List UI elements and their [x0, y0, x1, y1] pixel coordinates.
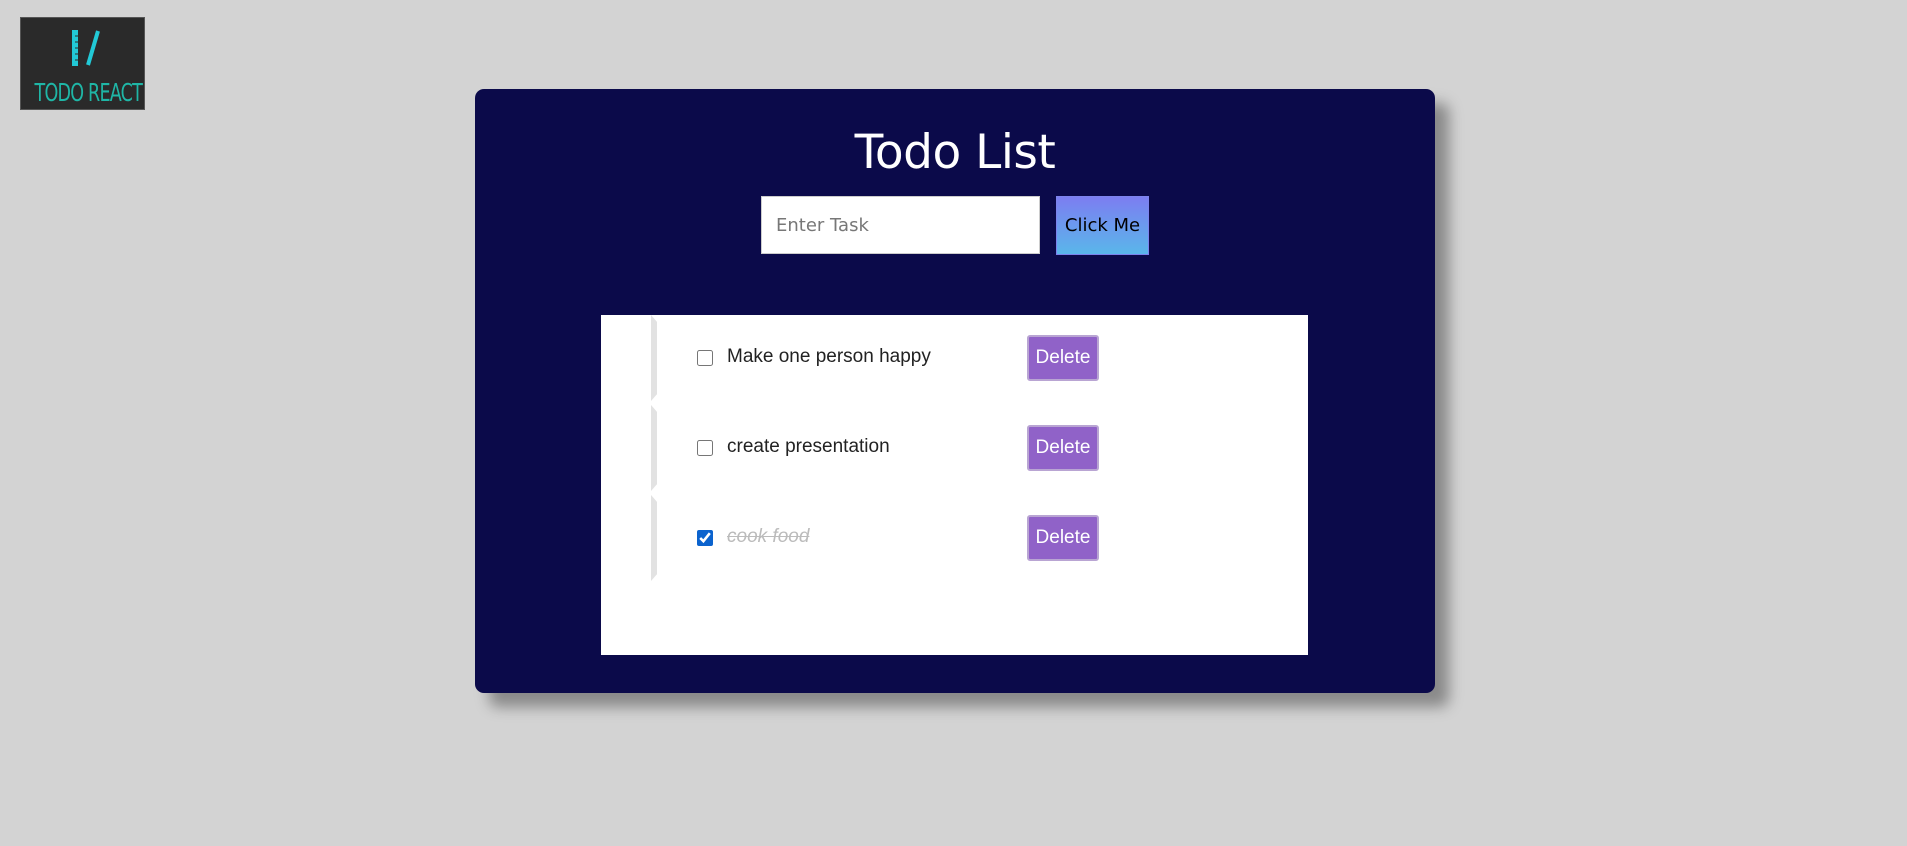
- page-title: Todo List: [854, 125, 1056, 180]
- delete-button[interactable]: Delete: [1027, 425, 1099, 471]
- logo-text: TODO REACT: [34, 78, 143, 107]
- todo-card: Todo List Click Me Make one person happy…: [475, 89, 1435, 693]
- todo-list: Make one person happy Delete create pres…: [601, 315, 1308, 655]
- todo-text: create presentation: [727, 436, 890, 457]
- todo-checkbox[interactable]: [697, 530, 713, 546]
- delete-button[interactable]: Delete: [1027, 335, 1099, 381]
- todo-text: cook food: [727, 526, 810, 547]
- delete-button[interactable]: Delete: [1027, 515, 1099, 561]
- app-logo: TODO REACT: [20, 17, 145, 110]
- todo-checkbox[interactable]: [697, 350, 713, 366]
- item-border: [651, 315, 657, 401]
- todo-checkbox[interactable]: [697, 440, 713, 456]
- list-item: create presentation Delete: [651, 405, 1171, 491]
- add-task-button[interactable]: Click Me: [1056, 196, 1149, 255]
- task-input[interactable]: [761, 196, 1040, 254]
- item-border: [651, 495, 657, 581]
- list-item: Make one person happy Delete: [651, 315, 1171, 401]
- list-item: cook food Delete: [651, 495, 1171, 581]
- item-border: [651, 405, 657, 491]
- todo-text: Make one person happy: [727, 346, 931, 367]
